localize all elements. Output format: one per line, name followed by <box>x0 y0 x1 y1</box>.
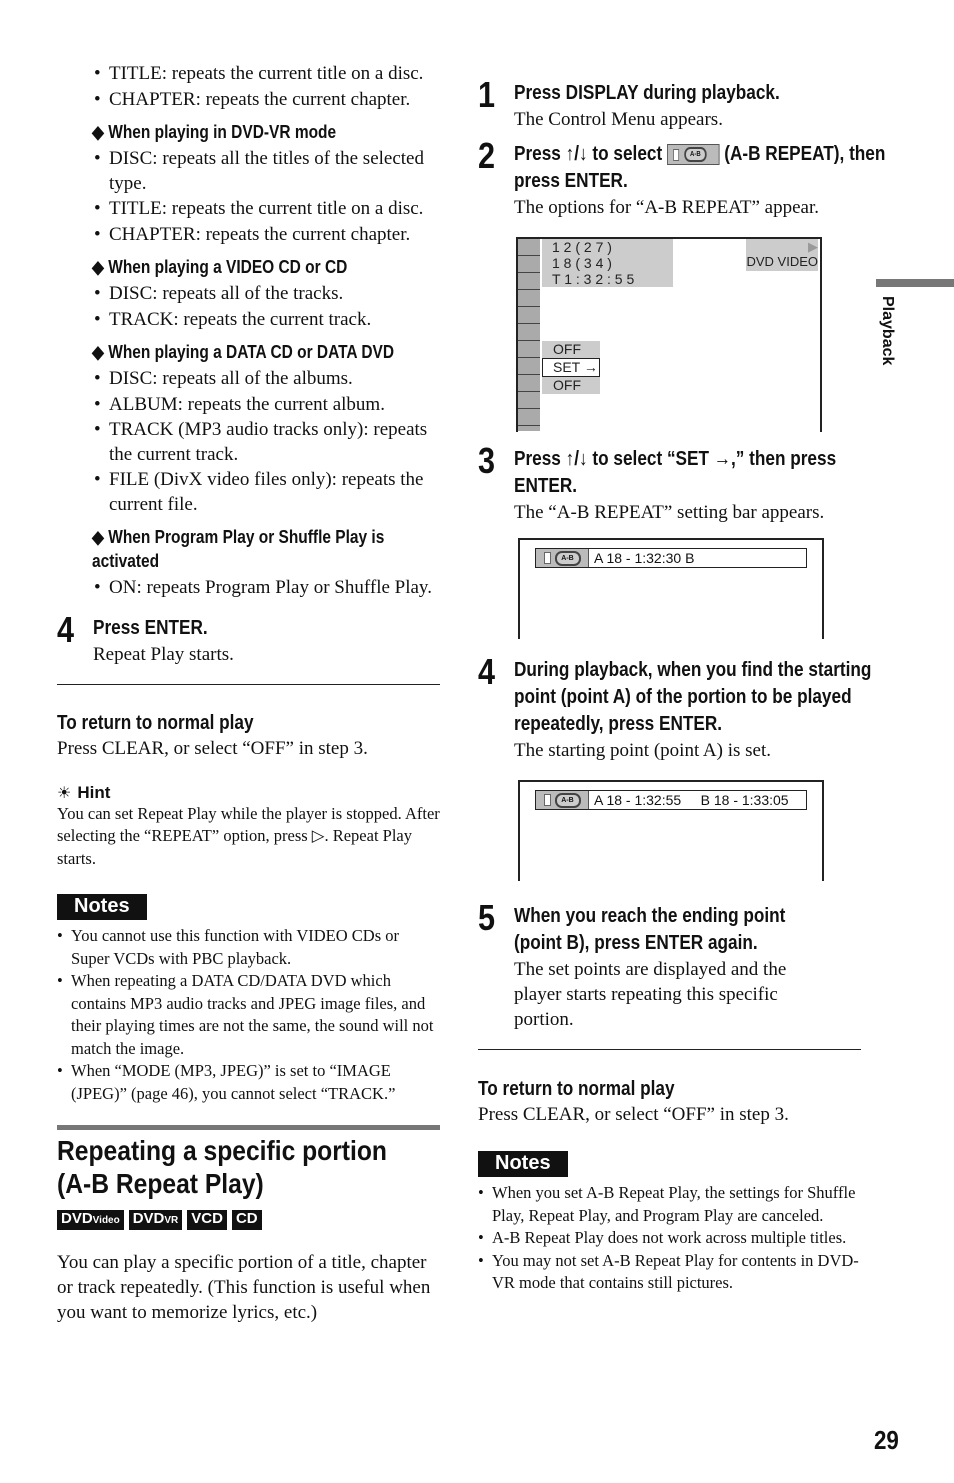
step-text: Repeat Play starts. <box>93 643 234 665</box>
section-tab-bar <box>876 279 954 287</box>
divider <box>478 1049 861 1050</box>
list-item: TITLE: repeats the current title on a di… <box>92 197 440 222</box>
step-number: 5 <box>478 897 496 938</box>
divider <box>57 683 440 685</box>
subheading: ◆ When playing in DVD-VR mode <box>92 122 337 142</box>
subheading: ◆ When playing a DATA CD or DATA DVD <box>92 342 395 362</box>
list-item: DISC: repeats all of the albums. <box>92 367 440 392</box>
step-3: 3 Press ↑/↓ to select “SET →,” then pres… <box>478 440 862 525</box>
section-tab-label: Playback <box>879 296 896 366</box>
section-rule <box>57 1125 440 1130</box>
list-item: TITLE: repeats the current title on a di… <box>92 62 440 87</box>
list-item: DISC: repeats all of the tracks. <box>92 282 440 307</box>
step-number: 2 <box>478 135 496 176</box>
list-item: TRACK (MP3 audio tracks only): repeats t… <box>92 418 440 467</box>
note-item: You cannot use this function with VIDEO … <box>57 925 440 970</box>
left-column: TITLE: repeats the current title on a di… <box>57 62 440 1325</box>
step-heading: Press ↑/↓ to select A-B (A-B REPEAT), th… <box>514 143 886 192</box>
step-text: The “A-B REPEAT” setting bar appears. <box>514 502 825 523</box>
note-item: A-B Repeat Play does not work across mul… <box>478 1227 862 1250</box>
osd-control-menu: 1 2 ( 2 7 ) 1 8 ( 3 4 ) T 1 : 3 2 : 5 5 ▶ … <box>516 237 822 432</box>
step-text: The options for “A-B REPEAT” appear. <box>514 197 819 218</box>
badge-dvd-vr: DVDVR <box>128 1210 183 1230</box>
note-item: You may not set A-B Repeat Play for cont… <box>478 1250 862 1295</box>
badge-vcd: VCD <box>187 1210 227 1230</box>
step-text: The starting point (point A) is set. <box>514 740 772 761</box>
step-number: 1 <box>478 74 496 115</box>
step-heading: Press ↑/↓ to select “SET →,” then press … <box>514 448 837 497</box>
step-4: 4 During playback, when you find the sta… <box>478 651 871 763</box>
page-number: 29 <box>874 1425 899 1455</box>
step-heading: During playback, when you find the start… <box>514 659 872 735</box>
notes-list: You cannot use this function with VIDEO … <box>57 925 440 1105</box>
note-item: When you set A-B Repeat Play, the settin… <box>478 1182 862 1227</box>
step-number: 4 <box>57 608 75 650</box>
return-heading: To return to normal play <box>478 1078 675 1100</box>
return-text: Press CLEAR, or select “OFF” in step 3. <box>478 1104 789 1125</box>
list-item: TRACK: repeats the current track. <box>92 308 440 333</box>
step-5: 5 When you reach the ending point (point… <box>478 897 862 1032</box>
step-text: The Control Menu appears. <box>514 109 723 130</box>
step-heading: Press ENTER. <box>93 616 208 639</box>
notes-badge: Notes <box>478 1151 862 1177</box>
list-item: CHAPTER: repeats the current chapter. <box>92 88 440 113</box>
osd-setting-bar-1: A-B A 18 - 1:32:30 B <box>518 538 824 639</box>
osd-setting-bar-2: A-B A 18 - 1:32:55 B 18 - 1:33:05 <box>518 780 824 881</box>
badge-dvd-video: DVDVideo <box>57 1210 124 1230</box>
hint-label: Hint <box>77 782 111 802</box>
step-1: 1 Press DISPLAY during playback. The Con… <box>478 74 862 132</box>
badge-cd: CD <box>231 1210 262 1230</box>
menu-icon-column <box>518 239 540 431</box>
list-item: DISC: repeats all the titles of the sele… <box>92 147 440 196</box>
step-number: 3 <box>478 440 496 481</box>
disc-type-indicator: ▶ DVD VIDEO <box>746 239 818 271</box>
note-item: When “MODE (MP3, JPEG)” is set to “IMAGE… <box>57 1060 440 1105</box>
osd-options: OFF SET → OFF <box>542 341 600 394</box>
subheading: ◆ When Program Play or Shuffle Play is a… <box>92 527 385 571</box>
section-intro: You can play a specific portion of a tit… <box>57 1252 431 1323</box>
return-heading: To return to normal play <box>57 711 254 734</box>
section-title: Repeating a specific portion (A-B Repeat… <box>57 1135 387 1199</box>
option-set[interactable]: SET → <box>542 358 600 377</box>
right-column: 1 Press DISPLAY during playback. The Con… <box>478 74 885 1295</box>
lightbulb-icon: ☀ <box>57 783 72 802</box>
ab-repeat-icon: A-B <box>666 144 720 166</box>
return-text: Press CLEAR, or select “OFF” in step 3. <box>57 737 368 759</box>
step-4: 4 Press ENTER. Repeat Play starts. <box>57 609 440 667</box>
hint-header: ☀ Hint <box>57 783 440 803</box>
play-icon: ▶ <box>808 239 818 254</box>
disc-type-badges: DVDVideo DVDVR VCD CD <box>57 1210 440 1230</box>
list-item: ON: repeats Program Play or Shuffle Play… <box>92 576 440 601</box>
list-item: FILE (DivX video files only): repeats th… <box>92 468 440 517</box>
step-heading: Press DISPLAY during playback. <box>514 82 780 104</box>
notes-list: When you set A-B Repeat Play, the settin… <box>478 1182 862 1295</box>
option-off[interactable]: OFF <box>542 341 600 358</box>
ab-repeat-icon: A-B <box>536 791 589 809</box>
ab-repeat-bar: A-B A 18 - 1:32:55 B 18 - 1:33:05 <box>535 790 807 810</box>
subheading: ◆ When playing a VIDEO CD or CD <box>92 257 348 277</box>
step-text: The set points are displayed and the pla… <box>514 959 787 1030</box>
step-heading: When you reach the ending point (point B… <box>514 905 786 954</box>
list-item: ALBUM: repeats the current album. <box>92 393 440 418</box>
step-number: 4 <box>478 651 496 692</box>
ab-repeat-icon: A-B <box>536 549 589 567</box>
ab-repeat-bar: A-B A 18 - 1:32:30 B <box>535 548 807 568</box>
note-item: When repeating a DATA CD/DATA DVD which … <box>57 970 440 1060</box>
option-off[interactable]: OFF <box>542 377 600 394</box>
osd-info: 1 2 ( 2 7 ) 1 8 ( 3 4 ) T 1 : 3 2 : 5 5 <box>542 239 673 287</box>
notes-badge: Notes <box>57 894 440 920</box>
hint-text: You can set Repeat Play while the player… <box>57 803 440 868</box>
step-2: 2 Press ↑/↓ to select A-B (A-B REPEAT), … <box>478 135 885 220</box>
list-item: CHAPTER: repeats the current chapter. <box>92 223 440 248</box>
